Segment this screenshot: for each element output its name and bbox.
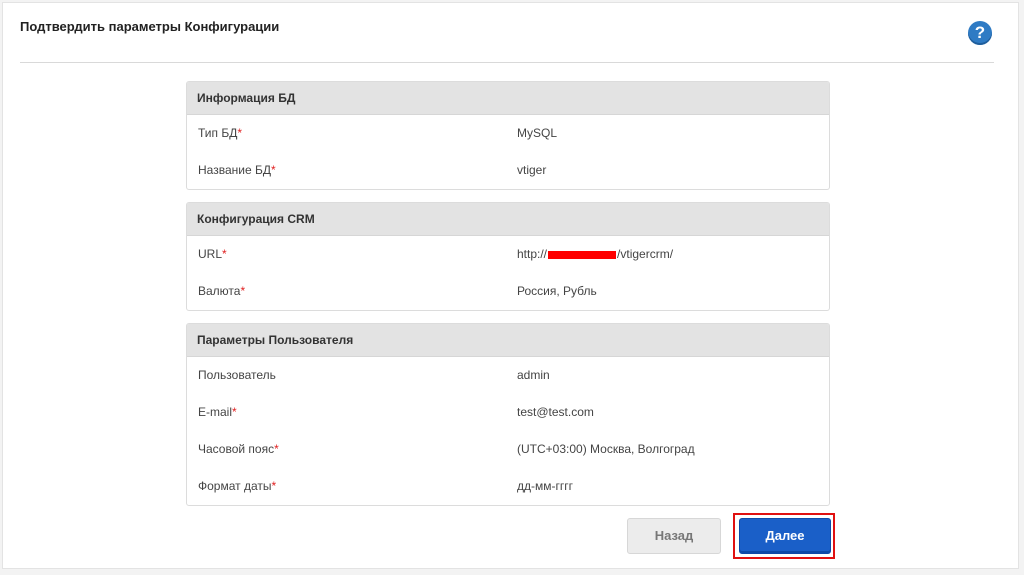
next-button[interactable]: Далее (739, 518, 831, 554)
db-name-label: Название БД* (198, 163, 276, 177)
email-row: E-mail* test@test.com (187, 394, 829, 431)
db-info-header: Информация БД (187, 82, 829, 115)
required-marker: * (271, 479, 277, 493)
required-marker: * (240, 284, 246, 298)
required-marker: * (222, 247, 227, 261)
url-label: URL* (198, 247, 227, 261)
required-marker: * (237, 126, 243, 140)
currency-value: Россия, Рубль (517, 284, 597, 298)
date-format-value: дд-мм-гггг (517, 479, 574, 493)
timezone-row: Часовой пояс* (UTC+03:00) Москва, Волгог… (187, 431, 829, 468)
url-value[interactable]: http:///vtigercrm/ (517, 247, 673, 261)
currency-label: Валюта* (198, 284, 246, 298)
currency-row: Валюта* Россия, Рубль (187, 273, 829, 310)
db-name-value: vtiger (517, 163, 547, 177)
username-row: Пользователь admin (187, 357, 829, 394)
header-divider (20, 62, 994, 63)
timezone-label: Часовой пояс* (198, 442, 279, 456)
required-marker: * (274, 442, 279, 456)
db-type-label: Тип БД* (198, 126, 243, 140)
required-marker: * (270, 163, 276, 177)
db-type-row: Тип БД* MySQL (187, 115, 829, 152)
db-info-panel: Информация БД Тип БД* MySQL Название БД*… (186, 81, 830, 190)
back-button[interactable]: Назад (627, 518, 721, 554)
page-title: Подтвердить параметры Конфигурации (20, 19, 280, 34)
timezone-value: (UTC+03:00) Москва, Волгоград (517, 442, 695, 456)
email-label: E-mail* (198, 405, 237, 419)
db-type-value: MySQL (517, 126, 558, 140)
help-icon[interactable]: ? (968, 21, 992, 45)
date-format-row: Формат даты* дд-мм-гггг (187, 468, 829, 505)
required-marker: * (232, 405, 237, 419)
user-params-header: Параметры Пользователя (187, 324, 829, 357)
username-value: admin (517, 368, 550, 382)
crm-config-header: Конфигурация CRM (187, 203, 829, 236)
db-name-row: Название БД* vtiger (187, 152, 829, 189)
date-format-label: Формат даты* (198, 479, 277, 493)
email-value: test@test.com (517, 405, 594, 419)
user-params-panel: Параметры Пользователя Пользователь admi… (186, 323, 830, 506)
url-row: URL* http:///vtigercrm/ (187, 236, 829, 273)
username-label: Пользователь (198, 368, 276, 382)
redaction-mark (548, 250, 617, 259)
crm-config-panel: Конфигурация CRM URL* http:///vtigercrm/… (186, 202, 830, 311)
